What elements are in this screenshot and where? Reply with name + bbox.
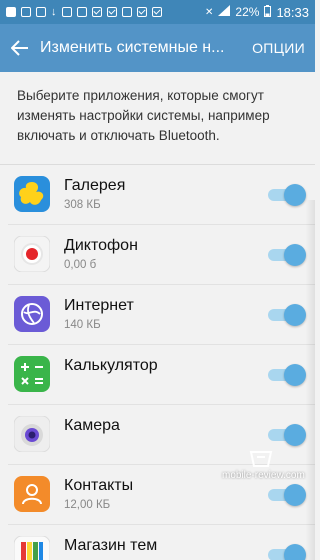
- app-list: Галерея 308 КБ Диктофон 0,00 б Интернет …: [0, 165, 315, 560]
- app-name: Магазин тем: [64, 537, 158, 554]
- shop-icon: [121, 7, 132, 17]
- toggle-switch[interactable]: [266, 302, 306, 328]
- app-size: 308 КБ: [64, 199, 101, 211]
- app-name: Калькулятор: [64, 357, 158, 374]
- back-button[interactable]: [0, 24, 40, 72]
- clock: 18:33: [276, 4, 309, 20]
- internet-icon: [14, 296, 50, 332]
- task-icon: [106, 7, 117, 17]
- watermark: mobile-review.com: [222, 470, 305, 481]
- image-icon: [61, 7, 72, 17]
- app-size: 140 КБ: [64, 319, 101, 331]
- camera-icon: [13, 415, 51, 453]
- mute-icon: ✕: [205, 6, 214, 18]
- toggle-switch[interactable]: [266, 242, 306, 268]
- edge-shadow: [305, 200, 315, 560]
- options-button[interactable]: ОПЦИИ: [238, 40, 315, 56]
- notification-icon: [6, 7, 16, 17]
- download-icon: ↓: [51, 6, 57, 18]
- contacts-icon: [14, 476, 50, 512]
- page-title: Изменить системные н...: [40, 39, 225, 56]
- task-icon: [136, 7, 147, 17]
- voice-recorder-icon: [13, 235, 51, 273]
- calculator-icon: [14, 356, 50, 392]
- list-item[interactable]: Интернет 140 КБ: [8, 285, 315, 345]
- task-icon: [91, 7, 102, 17]
- toggle-switch[interactable]: [266, 542, 306, 560]
- app-size: 0,00 б: [64, 259, 97, 271]
- watermark-logo: [249, 451, 273, 467]
- battery-percent: 22%: [235, 5, 260, 19]
- toggle-switch[interactable]: [266, 182, 306, 208]
- toggle-switch[interactable]: [266, 422, 306, 448]
- message-icon: [36, 7, 46, 17]
- status-bar: ↓ ✕ 22% 18:33: [0, 0, 315, 24]
- list-item[interactable]: Калькулятор: [8, 345, 315, 405]
- app-size: 12,00 КБ: [64, 499, 111, 511]
- app-name: Галерея: [64, 177, 126, 194]
- list-item[interactable]: Диктофон 0,00 б: [8, 225, 315, 285]
- toggle-switch[interactable]: [266, 362, 306, 388]
- signal-icon: [218, 5, 231, 19]
- gallery-icon: [14, 176, 50, 212]
- status-icons: ✕ 22% 18:33: [205, 4, 309, 20]
- app-bar: Изменить системные н... ОПЦИИ: [0, 24, 315, 72]
- toggle-switch[interactable]: [266, 482, 306, 508]
- description-text: Выберите приложения, которые смогут изме…: [17, 88, 270, 143]
- app-name: Камера: [64, 417, 120, 434]
- notification-icons: ↓: [6, 6, 162, 18]
- theme-store-icon: [13, 535, 51, 560]
- screenshot-icon: [21, 7, 31, 17]
- battery-icon: [264, 4, 272, 20]
- list-item[interactable]: Магазин тем: [8, 525, 315, 560]
- app-name: Диктофон: [64, 237, 138, 254]
- instagram-icon: [76, 7, 87, 17]
- app-name: Интернет: [64, 297, 134, 314]
- task-icon: [151, 7, 162, 17]
- list-item[interactable]: Галерея 308 КБ: [8, 165, 315, 225]
- app-name: Контакты: [64, 477, 134, 494]
- back-arrow-icon: [11, 40, 28, 56]
